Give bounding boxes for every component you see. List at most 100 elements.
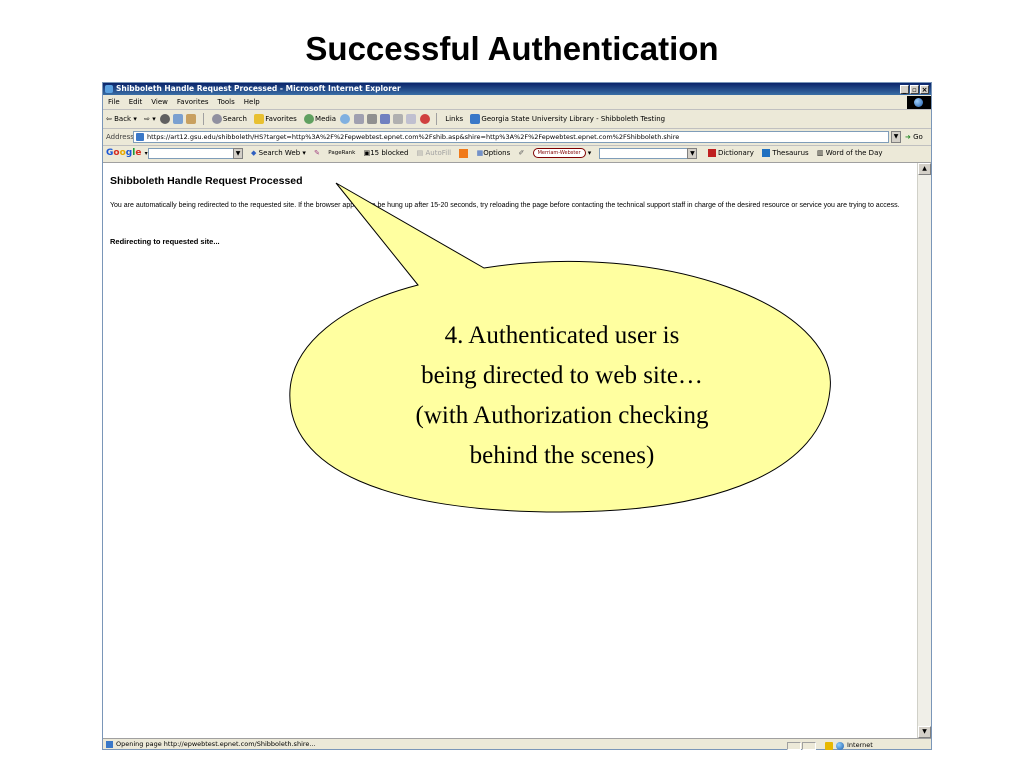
menu-file[interactable]: File	[108, 95, 120, 109]
merriam-webster-button[interactable]: Merriam-Webster ▾	[532, 145, 591, 162]
search-icon	[211, 114, 222, 124]
back-button[interactable]: ⇦ Back ▾	[106, 110, 137, 128]
toolbar-separator	[202, 113, 204, 125]
dictionary-icon	[707, 149, 716, 157]
menu-tools[interactable]: Tools	[218, 95, 235, 109]
address-url: https://art12.gsu.edu/shibboleth/HS?targ…	[147, 133, 680, 141]
messenger-icon[interactable]	[419, 114, 430, 124]
go-button[interactable]: ➜ Go	[905, 129, 923, 145]
autofill-label: AutoFill	[425, 149, 452, 157]
status-pane	[787, 741, 801, 750]
pencil-icon: ✐	[518, 149, 525, 157]
window-title: Shibboleth Handle Request Processed - Mi…	[116, 84, 401, 93]
news-button[interactable]: ✎	[314, 145, 320, 162]
callout-line-3: (with Authorization checking	[415, 402, 709, 429]
menu-favorites[interactable]: Favorites	[177, 95, 209, 109]
back-arrow-icon: ⇦	[106, 115, 112, 123]
back-label: Back	[114, 115, 132, 123]
pagerank-indicator[interactable]: PageRank	[328, 145, 355, 162]
word-of-day-button[interactable]: ▥ Word of the Day	[817, 145, 883, 162]
discuss-icon[interactable]	[393, 114, 404, 124]
window-titlebar: Shibboleth Handle Request Processed - Mi…	[103, 83, 931, 95]
options-label: Options	[483, 149, 511, 157]
mail-icon[interactable]	[353, 114, 364, 124]
refresh-icon[interactable]	[173, 114, 184, 124]
merriam-webster-badge: Merriam-Webster	[532, 148, 586, 158]
link-gsu-shibboleth[interactable]: Georgia State University Library - Shibb…	[470, 110, 665, 128]
search-button[interactable]: Search	[211, 110, 247, 128]
address-bar: Address https://art12.gsu.edu/shibboleth…	[103, 129, 931, 146]
internet-zone-icon	[836, 741, 844, 750]
slide-title: Successful Authentication	[305, 30, 719, 67]
news-icon: ✎	[314, 149, 321, 157]
popup-blocker-button[interactable]: ▣15 blocked	[364, 145, 409, 162]
google-toolbar: Google ▾ ▼ ◆ Search Web ▾ ✎ PageRank ▣15…	[103, 145, 931, 163]
scroll-up-button[interactable]: ▲	[918, 163, 931, 175]
edit-icon[interactable]	[380, 114, 391, 124]
address-label: Address	[106, 133, 134, 141]
lock-icon	[825, 741, 833, 750]
forward-button[interactable]: ⇨ ▾	[144, 110, 156, 128]
search-web-label: Search Web	[258, 149, 301, 157]
dictionary-button[interactable]: Dictionary	[707, 145, 754, 162]
address-input[interactable]: https://art12.gsu.edu/shibboleth/HS?targ…	[133, 131, 889, 143]
vertical-scrollbar[interactable]: ▲ ▼	[917, 163, 931, 738]
forward-arrow-icon: ⇨	[144, 115, 150, 123]
google-search-input[interactable]	[148, 148, 240, 159]
ie-app-icon	[105, 85, 113, 93]
menu-bar: File Edit View Favorites Tools Help	[103, 95, 931, 110]
dictionary-search-input[interactable]	[599, 148, 690, 159]
status-text: Opening page http://epwebtest.epnet.com/…	[116, 740, 316, 748]
status-bar: Opening page http://epwebtest.epnet.com/…	[103, 738, 931, 750]
media-button[interactable]: Media	[304, 110, 336, 128]
menu-view[interactable]: View	[151, 95, 168, 109]
scroll-down-button[interactable]: ▼	[918, 726, 931, 738]
blogger-icon	[459, 148, 469, 158]
dictionary-search-dropdown[interactable]: ▼	[687, 148, 698, 159]
stop-icon[interactable]	[159, 114, 170, 124]
close-button[interactable]: ×	[920, 85, 929, 94]
links-label: Links	[445, 115, 464, 123]
google-search-dropdown[interactable]: ▼	[233, 148, 243, 159]
blogger-button[interactable]	[459, 145, 469, 162]
google-logo[interactable]: Google ▾	[106, 145, 148, 162]
home-icon[interactable]	[186, 114, 197, 124]
search-web-button[interactable]: ◆ Search Web ▾	[251, 145, 306, 162]
callout-line-4: behind the scenes)	[469, 442, 655, 469]
print-icon[interactable]	[366, 114, 377, 124]
autofill-icon: ▤	[416, 149, 424, 157]
autofill-button[interactable]: ▤ AutoFill	[417, 145, 451, 162]
standard-toolbar: ⇦ Back ▾ ⇨ ▾ Search Favorites Media Link…	[103, 110, 931, 129]
status-pane	[802, 741, 816, 750]
callout-line-1: 4. Authenticated user is	[444, 322, 680, 349]
media-icon	[304, 114, 315, 124]
status-message: Opening page http://epwebtest.epnet.com/…	[106, 739, 316, 750]
status-panes: Internet	[787, 740, 873, 752]
address-dropdown-button[interactable]: ▼	[891, 131, 901, 143]
favorites-button[interactable]: Favorites	[254, 110, 297, 128]
thesaurus-button[interactable]: Thesaurus	[762, 145, 809, 162]
research-icon[interactable]	[406, 114, 417, 124]
go-label: Go	[913, 133, 923, 141]
thesaurus-icon	[762, 149, 771, 157]
minimize-button[interactable]: _	[900, 85, 909, 94]
options-button[interactable]: ▦Options	[477, 145, 511, 162]
globe-icon	[914, 98, 923, 107]
link-gsu-label: Georgia State University Library - Shibb…	[481, 115, 666, 123]
menu-edit[interactable]: Edit	[129, 95, 143, 109]
history-icon[interactable]	[340, 114, 351, 124]
google-toolbar-items: ◆ Search Web ▾ ✎ PageRank ▣15 blocked ▤ …	[251, 145, 889, 162]
media-label: Media	[315, 115, 337, 123]
maximize-button[interactable]: ▫	[910, 85, 919, 94]
window-controls: _ ▫ ×	[899, 84, 929, 94]
callout-text: 4. Authenticated user is being directed …	[342, 316, 782, 476]
search-web-icon: ◆	[251, 149, 257, 157]
word-of-day-label: Word of the Day	[825, 149, 883, 157]
menu-help[interactable]: Help	[244, 95, 260, 109]
toolbar-separator	[435, 113, 437, 125]
highlight-button[interactable]: ✐	[518, 145, 524, 162]
thesaurus-label: Thesaurus	[772, 149, 809, 157]
favorites-icon	[254, 114, 265, 124]
page-icon	[136, 133, 144, 141]
favorites-label: Favorites	[265, 115, 297, 123]
